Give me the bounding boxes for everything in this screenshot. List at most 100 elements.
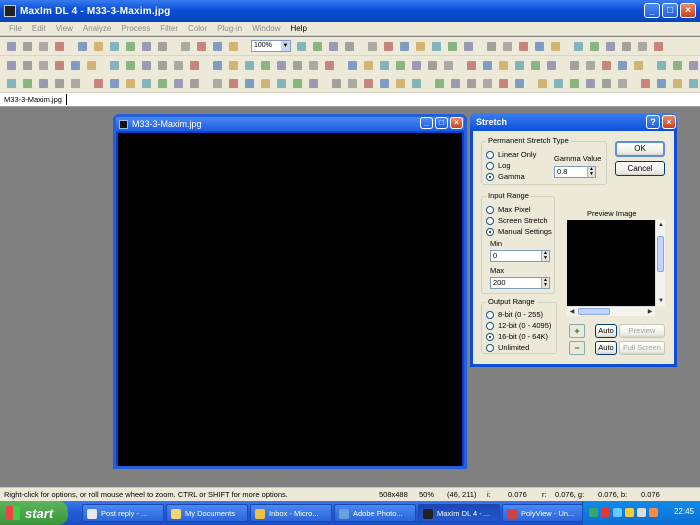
toolbar-tool-icon[interactable]	[307, 77, 320, 90]
toolbar-tool-icon[interactable]	[343, 40, 356, 53]
min-field[interactable]: 0 ▲ ▼	[490, 250, 550, 262]
toolbar-tool-icon[interactable]	[179, 40, 192, 53]
toolbar-tool-icon[interactable]	[687, 59, 700, 72]
toolbar-tool-icon[interactable]	[291, 77, 304, 90]
tray-security-icon[interactable]	[601, 508, 610, 517]
stretch-close-button[interactable]: ×	[662, 115, 676, 129]
menu-window[interactable]: Window	[247, 24, 285, 33]
toolbar-tool-icon[interactable]	[323, 59, 336, 72]
radio-8bit[interactable]: 8-bit (0 - 255)	[486, 310, 543, 319]
toolbar-tool-icon[interactable]	[37, 40, 50, 53]
toolbar-tool-icon[interactable]	[53, 59, 66, 72]
menu-plugin[interactable]: Plug-in	[212, 24, 247, 33]
toolbar-tool-icon[interactable]	[53, 40, 66, 53]
toolbar-tool-icon[interactable]	[156, 77, 169, 90]
max-field[interactable]: 200 ▲ ▼	[490, 277, 550, 289]
toolbar-tool-icon[interactable]	[533, 40, 546, 53]
close-button[interactable]: ×	[680, 3, 696, 18]
toolbar-tool-icon[interactable]	[572, 40, 585, 53]
toolbar-tool-icon[interactable]	[92, 40, 105, 53]
taskbar-button[interactable]: Post reply - ...	[82, 504, 164, 522]
toolbar-tool-icon[interactable]	[513, 59, 526, 72]
menu-help[interactable]: Help	[286, 24, 312, 33]
toolbar-tool-icon[interactable]	[394, 59, 407, 72]
toolbar-tool-icon[interactable]	[227, 40, 240, 53]
toolbar-tool-icon[interactable]	[378, 59, 391, 72]
radio-unlimited[interactable]: Unlimited	[486, 343, 529, 352]
toolbar-tool-icon[interactable]	[465, 77, 478, 90]
toolbar-tool-icon[interactable]	[501, 40, 514, 53]
toolbar-tool-icon[interactable]	[604, 40, 617, 53]
toolbar-tool-icon[interactable]	[588, 40, 601, 53]
toolbar-tool-icon[interactable]	[37, 59, 50, 72]
toolbar-tool-icon[interactable]	[446, 40, 459, 53]
toolbar-tool-icon[interactable]	[600, 77, 613, 90]
toolbar-tool-icon[interactable]	[156, 59, 169, 72]
toolbar-tool-icon[interactable]	[497, 77, 510, 90]
image-canvas[interactable]	[118, 133, 462, 466]
toolbar-tool-icon[interactable]	[536, 77, 549, 90]
menu-filter[interactable]: Filter	[155, 24, 183, 33]
preview-image[interactable]	[567, 220, 655, 306]
toolbar-tool-icon[interactable]	[382, 40, 395, 53]
toolbar-tool-icon[interactable]	[410, 59, 423, 72]
toolbar-tool-icon[interactable]	[549, 40, 562, 53]
toolbar-tool-icon[interactable]	[481, 59, 494, 72]
toolbar-tool-icon[interactable]	[5, 77, 18, 90]
toolbar-tool-icon[interactable]	[584, 77, 597, 90]
toolbar-tool-icon[interactable]	[600, 59, 613, 72]
toolbar-tool-icon[interactable]	[414, 40, 427, 53]
ok-button[interactable]: OK	[615, 141, 665, 157]
toolbar-tool-icon[interactable]	[188, 59, 201, 72]
toolbar-tool-icon[interactable]	[291, 59, 304, 72]
toolbar-tool-icon[interactable]	[433, 77, 446, 90]
toolbar-tool-icon[interactable]	[616, 59, 629, 72]
toolbar-tool-icon[interactable]	[124, 40, 137, 53]
toolbar-tool-icon[interactable]	[687, 77, 700, 90]
taskbar-button[interactable]: Inbox - Micro...	[250, 504, 332, 522]
toolbar-tool-icon[interactable]	[449, 77, 462, 90]
toolbar-tool-icon[interactable]	[398, 40, 411, 53]
menu-analyze[interactable]: Analyze	[78, 24, 116, 33]
toolbar-tool-icon[interactable]	[311, 40, 324, 53]
tray-app-icon[interactable]	[649, 508, 658, 517]
toolbar-tool-icon[interactable]	[307, 59, 320, 72]
toolbar-tool-icon[interactable]	[211, 59, 224, 72]
radio-gamma[interactable]: Gamma	[486, 172, 525, 181]
preview-vertical-scrollbar[interactable]: ▲ ▼	[655, 220, 665, 306]
radio-screen-stretch[interactable]: Screen Stretch	[486, 216, 548, 225]
toolbar-tool-icon[interactable]	[584, 59, 597, 72]
toolbar-tool-icon[interactable]	[108, 77, 121, 90]
toolbar-tool-icon[interactable]	[21, 77, 34, 90]
scroll-thumb[interactable]	[657, 236, 664, 272]
image-window-title-bar[interactable]: M33-3-Maxim.jpg _ □ ×	[116, 117, 464, 131]
zoom-dropdown[interactable]: 100% ▼	[251, 40, 291, 52]
image-window[interactable]: M33-3-Maxim.jpg _ □ ×	[113, 114, 467, 469]
scroll-right-icon[interactable]: ▶	[645, 307, 655, 317]
toolbar-tool-icon[interactable]	[620, 40, 633, 53]
toolbar-tool-icon[interactable]	[330, 77, 343, 90]
auto-button-1[interactable]: Auto	[595, 324, 617, 338]
menu-color[interactable]: Color	[183, 24, 212, 33]
taskbar-button[interactable]: My Documents	[166, 504, 248, 522]
toolbar-tool-icon[interactable]	[655, 59, 668, 72]
toolbar-tool-icon[interactable]	[124, 59, 137, 72]
zoom-in-icon[interactable]: +	[569, 324, 585, 338]
toolbar-tool-icon[interactable]	[366, 40, 379, 53]
image-minimize-button[interactable]: _	[420, 117, 433, 129]
taskbar-button[interactable]: PolyView - Un...	[502, 504, 584, 522]
toolbar-tool-icon[interactable]	[462, 40, 475, 53]
toolbar-tool-icon[interactable]	[37, 77, 50, 90]
toolbar-tool-icon[interactable]	[636, 40, 649, 53]
zoom-out-icon[interactable]: −	[569, 341, 585, 355]
toolbar-tool-icon[interactable]	[69, 59, 82, 72]
toolbar-tool-icon[interactable]	[552, 77, 565, 90]
toolbar-tool-icon[interactable]	[481, 77, 494, 90]
preview-horizontal-scrollbar[interactable]: ◀ ▶	[567, 306, 655, 316]
toolbar-tool-icon[interactable]	[513, 77, 526, 90]
toolbar-tool-icon[interactable]	[227, 77, 240, 90]
tray-volume-icon[interactable]	[613, 508, 622, 517]
toolbar-tool-icon[interactable]	[76, 40, 89, 53]
menu-file[interactable]: File	[4, 24, 27, 33]
toolbar-tool-icon[interactable]	[426, 59, 439, 72]
